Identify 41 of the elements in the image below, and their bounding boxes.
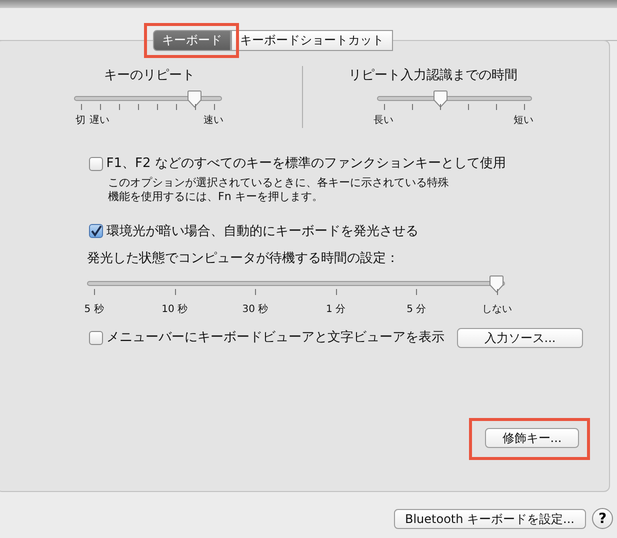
tick-mark [497, 288, 498, 294]
tick-label: 短い [514, 114, 534, 128]
tick-label: 速い [204, 114, 224, 128]
tick-mark [118, 104, 120, 110]
tick-label: 5 分 [406, 302, 426, 316]
tick-label: 切 [76, 114, 86, 128]
tick-label: 30 秒 [242, 302, 268, 316]
tick-label: 10 秒 [162, 302, 188, 316]
tick-label: しない [482, 302, 512, 316]
tick-mark [80, 104, 82, 110]
input-sources-button[interactable]: 入力ソース... [457, 328, 583, 348]
tick-mark [156, 104, 158, 110]
slider-thumb[interactable] [432, 90, 448, 108]
checkbox[interactable] [89, 330, 103, 345]
tick-mark [194, 104, 196, 110]
help-button[interactable]: ? [592, 508, 613, 529]
bluetooth-setup-button[interactable]: Bluetooth キーボードを設定... [394, 508, 586, 528]
description-text: このオプションが選択されているときに、各キーに示されている特殊 [108, 176, 450, 190]
tick-mark [336, 288, 337, 294]
description-text: 機能を使用するには、Fn キーを押します。 [108, 190, 324, 204]
tab[interactable]: キーボードショートカット [231, 30, 393, 51]
tick-mark [255, 288, 256, 294]
tab[interactable]: キーボード [153, 30, 231, 51]
slider-thumb[interactable] [489, 274, 504, 292]
tick-label: 1 分 [326, 302, 346, 316]
slider-thumb[interactable] [186, 90, 202, 108]
tick-label: 長い [374, 114, 394, 128]
slider-title: キーのリピート [104, 67, 195, 85]
tick-label: 遅い [90, 114, 110, 128]
checkbox-label: メニューバーにキーボードビューアと文字ビューアを表示 [106, 329, 444, 347]
tick-label: 5 秒 [84, 302, 104, 316]
checkbox[interactable] [89, 224, 103, 238]
tick-mark [94, 288, 95, 294]
checkbox-label: 環境光が暗い場合、自動的にキーボードを発光させる [106, 222, 418, 240]
modifier-keys-button[interactable]: 修飾キー... [485, 428, 579, 448]
checkbox[interactable] [89, 156, 103, 171]
setting-label: 発光した状態でコンピュータが待機する時間の設定： [87, 250, 400, 268]
checkbox-label: F1、F2 などのすべてのキーを標準のファンクションキーとして使用 [106, 155, 506, 173]
slider-title: リピート入力認識までの時間 [348, 67, 518, 85]
tick-mark [416, 288, 418, 294]
tick-mark [174, 288, 176, 294]
